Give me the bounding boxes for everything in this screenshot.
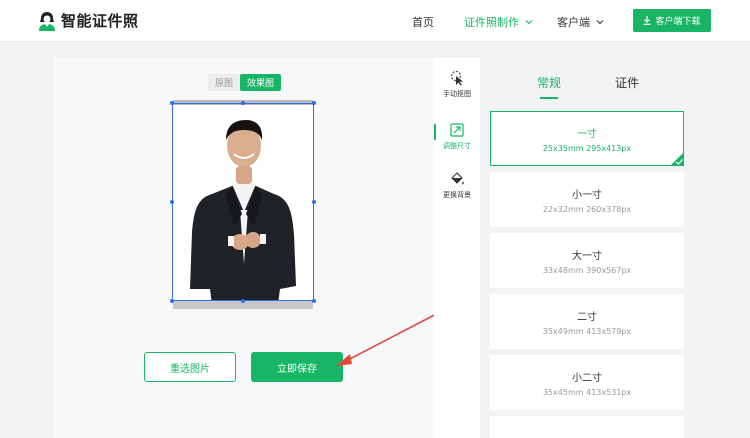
check-icon [670, 152, 684, 166]
tab-common[interactable]: 常规 [537, 74, 561, 91]
tool-column: 手动抠图 调整尺寸 更换背景 [434, 58, 480, 438]
nav-home[interactable]: 首页 [412, 14, 434, 30]
chevron-down-icon [525, 20, 533, 25]
logo[interactable]: 智能证件照 [38, 10, 139, 31]
nav-client[interactable]: 客户端 [557, 14, 604, 30]
annotation-arrow [336, 310, 443, 366]
tool-manual-cutout[interactable]: 手动抠图 [434, 70, 480, 99]
tool-manual-cutout-label: 手动抠图 [443, 90, 471, 98]
cursor-icon [451, 71, 463, 86]
size-card-large-1inch[interactable]: 大一寸 33x48mm 390x567px [490, 233, 684, 288]
size-card-small-1inch[interactable]: 小一寸 22x32mm 260x378px [490, 172, 684, 227]
size-card-small-2inch[interactable]: 小二寸 35x45mm 413x531px [490, 355, 684, 410]
tool-resize[interactable]: 调整尺寸 [434, 122, 480, 151]
size-card-spec: 22x32mm 260x378px [542, 205, 632, 214]
size-card-name: 一寸 [577, 129, 597, 140]
crop-handle-top[interactable] [241, 101, 245, 105]
client-download-button[interactable]: 客户端下载 [633, 9, 711, 32]
download-icon [643, 16, 651, 25]
tool-change-background[interactable]: 更换背景 [434, 171, 480, 200]
size-card-name: 小二寸 [572, 373, 602, 384]
crop-handle-bottom[interactable] [241, 299, 245, 303]
tab-underline [540, 97, 558, 99]
toggle-original[interactable]: 原图 [208, 74, 241, 91]
view-toggle: 原图 效果图 [208, 74, 282, 91]
resize-icon [450, 123, 464, 137]
size-tabs: 常规 证件 [490, 64, 686, 100]
toggle-effect[interactable]: 效果图 [240, 74, 282, 91]
size-card-2inch[interactable]: 二寸 35x49mm 413x579px [490, 294, 684, 349]
nav-photo-make-label: 证件照制作 [464, 16, 519, 29]
size-card-1inch[interactable]: 一寸 25x35mm 295x413px [490, 111, 684, 166]
client-download-label: 客户端下载 [655, 17, 701, 27]
tool-resize-label: 调整尺寸 [443, 142, 471, 150]
crop-handle-top-right[interactable] [312, 101, 316, 105]
size-card-spec: 35x45mm 413x531px [542, 388, 632, 397]
photo-canvas[interactable] [170, 100, 316, 310]
crop-selection-box[interactable] [170, 101, 316, 303]
crop-handle-top-left[interactable] [170, 101, 174, 105]
nav-client-label: 客户端 [557, 16, 590, 29]
crop-handle-right[interactable] [312, 200, 316, 204]
top-header: 智能证件照 首页 证件照制作 客户端 客户端下载 [0, 0, 750, 42]
size-card-spec: 25x35mm 295x413px [542, 144, 632, 153]
logo-text: 智能证件照 [61, 12, 139, 30]
tool-change-background-label: 更换背景 [443, 191, 471, 199]
crop-handle-bottom-left[interactable] [170, 299, 174, 303]
size-card-name: 大一寸 [572, 251, 602, 262]
size-card-spec: 33x48mm 390x567px [542, 266, 632, 275]
nav-photo-make[interactable]: 证件照制作 [464, 14, 533, 30]
crop-handle-bottom-right[interactable] [312, 299, 316, 303]
chevron-down-icon [596, 20, 604, 25]
size-card-partial[interactable] [490, 416, 684, 438]
size-card-name: 二寸 [577, 312, 597, 323]
paint-bucket-icon [451, 172, 464, 185]
avatar-logo-icon [39, 11, 55, 31]
reselect-image-button[interactable]: 重选图片 [144, 352, 236, 382]
size-card-spec: 35x49mm 413x579px [542, 327, 632, 336]
size-card-name: 小一寸 [572, 190, 602, 201]
tab-certificate[interactable]: 证件 [615, 74, 639, 91]
crop-handle-left[interactable] [170, 200, 174, 204]
